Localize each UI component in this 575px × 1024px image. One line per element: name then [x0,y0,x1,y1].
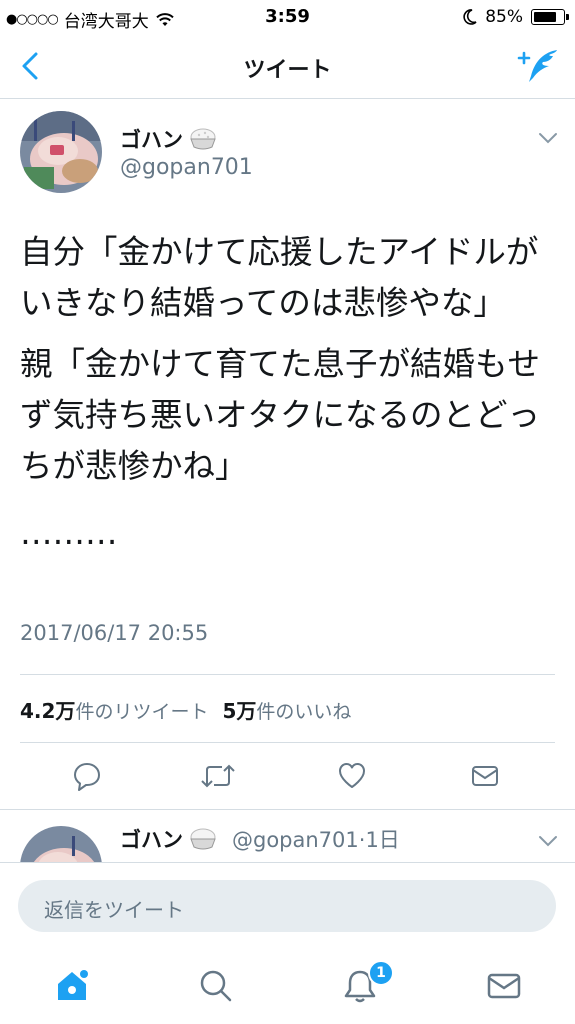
rice-bowl-icon [190,828,216,850]
display-name-text: ゴハン [120,128,183,152]
reply-display-name[interactable]: ゴハン [120,824,217,854]
like-stat[interactable]: 5万件のいいね [222,695,351,724]
reply-placeholder: 返信をツイート [44,898,184,922]
notification-badge: 1 [368,960,394,986]
like-label: 件のいいね [256,701,352,723]
display-name-text: ゴハン [120,828,183,852]
direct-message-icon[interactable] [470,761,500,791]
retweet-label: 件のリツイート [75,701,209,723]
moon-icon [463,9,477,25]
like-heart-icon[interactable] [337,761,367,791]
status-bar: ●○○○○ 台湾大哥大 3:59 85% [0,0,575,34]
tweet-paragraph: ……… [20,514,118,552]
battery-percent: 85% [485,7,523,27]
tweet-paragraph: 自分「金かけて応援したアイドルがいきなり結婚ってのは悲惨やな」 [20,233,539,322]
messages-icon[interactable] [484,966,524,1006]
tweet-text: 自分「金かけて応援したアイドルがいきなり結婚ってのは悲惨やな」 親「金かけて育て… [20,227,560,569]
tweet-timestamp: 2017/06/17 20:55 [20,621,209,645]
battery-level [534,12,557,22]
tab-bar: 1 [0,948,575,1024]
reply-tweet[interactable]: ゴハン @gopan701·1日 [0,810,575,863]
avatar[interactable] [20,111,102,193]
reply-icon[interactable] [72,761,102,791]
reply-input[interactable]: 返信をツイート [18,880,556,932]
nav-bar: ツイート [0,34,575,99]
status-right: 85% [463,7,569,27]
tweet-stats: 4.2万件のリツイート 5万件のいいね [20,695,351,724]
tweet-detail: ゴハン @gopan701 自分「金かけて応援したアイドルがいきなり結婚ってのは… [0,99,575,810]
chevron-down-icon[interactable] [537,834,559,848]
home-icon[interactable] [52,966,92,1006]
battery-icon [531,9,569,25]
divider [20,674,555,675]
tweet-paragraph: 親「金かけて育てた息子が結婚もせず気持ち悪いオタクになるのとどっちが悲惨かね」 [20,345,541,485]
compose-tweet-icon[interactable] [517,46,561,86]
retweet-count: 4.2万 [20,699,76,723]
reply-handle-time: @gopan701·1日 [232,828,400,852]
like-count: 5万 [222,699,257,723]
retweet-icon[interactable] [200,761,236,791]
page-title: ツイート [243,58,332,83]
avatar[interactable] [20,826,102,862]
search-icon[interactable] [196,966,236,1006]
tweet-actions [0,743,575,807]
retweet-stat[interactable]: 4.2万件のリツイート [20,695,208,724]
display-name[interactable]: ゴハン [120,124,217,154]
user-handle[interactable]: @gopan701 [120,155,253,180]
rice-bowl-icon [190,128,216,150]
chevron-down-icon[interactable] [537,131,559,145]
